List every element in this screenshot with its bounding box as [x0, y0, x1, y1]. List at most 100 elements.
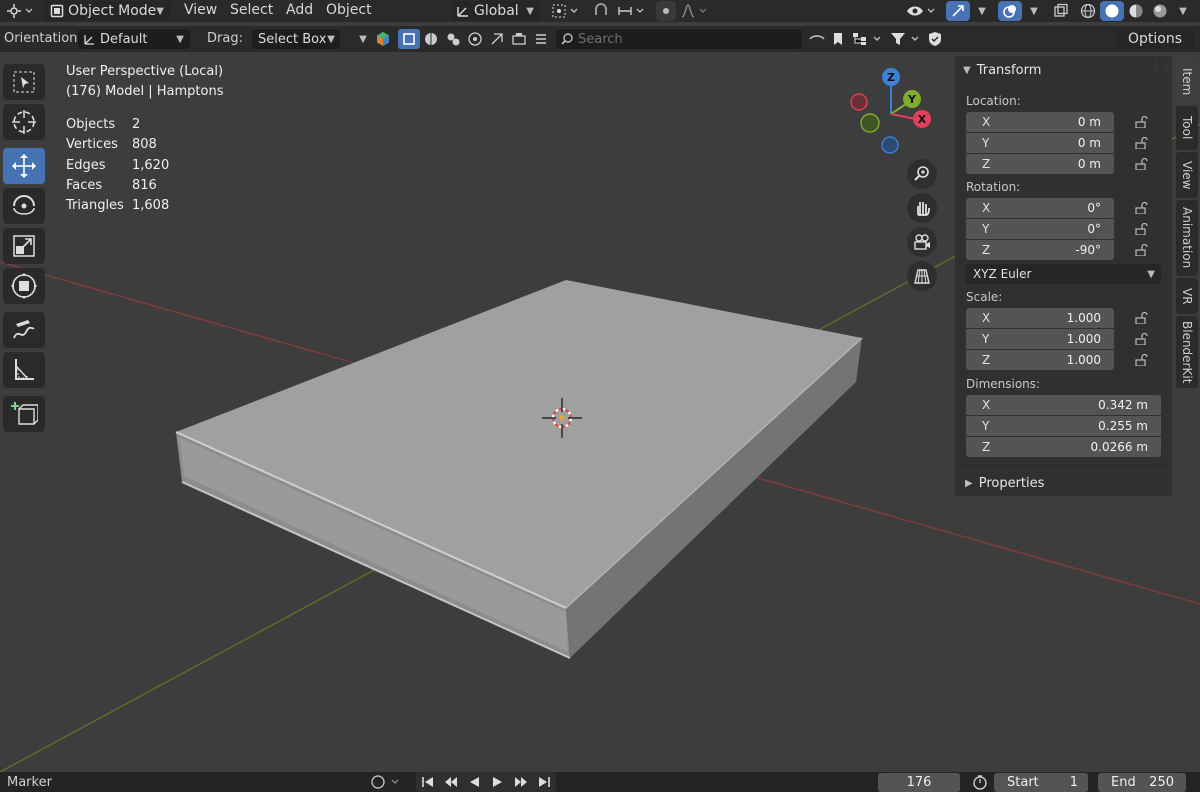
shield-icon[interactable] [924, 29, 946, 49]
tool-add-cube[interactable] [3, 396, 45, 432]
drag-dropdown[interactable]: Select Box ▼ [252, 29, 340, 49]
chevron-down-icon[interactable]: ▼ [352, 29, 374, 49]
tab-animation[interactable]: Animation [1176, 200, 1198, 276]
navigation-gizmo[interactable]: Z Y X [846, 64, 936, 164]
lock-icon[interactable] [1135, 244, 1149, 256]
bookmark-icon[interactable] [828, 29, 848, 49]
tool-move[interactable] [3, 148, 45, 184]
properties-panel-header[interactable]: ▶ Properties [955, 470, 1172, 496]
mode-dropdown[interactable]: Object Mode ▼ [44, 1, 170, 21]
proportional-icon[interactable] [656, 1, 676, 21]
tool-select-box[interactable] [3, 64, 45, 100]
visibility-icon[interactable] [904, 1, 940, 21]
select-camera-icon[interactable] [464, 29, 486, 49]
pivot-icon[interactable] [548, 1, 584, 21]
dimensions-z-field[interactable]: Z 0.0266 m [966, 437, 1161, 457]
lock-icon[interactable] [1135, 333, 1149, 345]
location-z-field[interactable]: Z 0 m [966, 154, 1114, 174]
tab-item[interactable]: Item [1176, 60, 1198, 104]
scale-x-field[interactable]: X 1.000 [966, 308, 1114, 328]
dimensions-x-field[interactable]: X 0.342 m [966, 395, 1161, 415]
hierarchy-icon[interactable] [850, 29, 886, 49]
xray-icon[interactable] [1050, 1, 1072, 21]
tab-vr[interactable]: VR [1176, 278, 1198, 314]
gizmo-icon[interactable] [946, 1, 970, 21]
current-frame-field[interactable]: 176 [878, 773, 960, 792]
rotation-x-field[interactable]: X 0° [966, 198, 1114, 218]
snap-target-icon[interactable] [614, 1, 650, 21]
lock-icon[interactable] [1135, 116, 1149, 128]
overlay-icon[interactable] [998, 1, 1022, 21]
jump-end-icon[interactable] [534, 776, 554, 788]
menu-select[interactable]: Select [230, 2, 273, 18]
tab-tool[interactable]: Tool [1176, 106, 1198, 150]
snap-icon[interactable] [590, 1, 612, 21]
scale-z-field[interactable]: Z 1.000 [966, 350, 1114, 370]
filter-icon[interactable] [888, 29, 924, 49]
shading-wireframe-icon[interactable] [1076, 1, 1100, 21]
shading-material-icon[interactable] [1124, 1, 1148, 21]
select-curve-icon[interactable] [420, 29, 442, 49]
lock-icon[interactable] [1135, 223, 1149, 235]
perspective-grid-icon[interactable] [907, 261, 937, 291]
pan-hand-icon[interactable] [907, 193, 937, 223]
lock-icon[interactable] [1135, 137, 1149, 149]
tab-blenderkit[interactable]: BlenderKit [1176, 316, 1198, 388]
stopwatch-icon[interactable] [968, 772, 992, 792]
tool-transform[interactable] [3, 268, 45, 304]
falloff-icon[interactable] [678, 1, 712, 21]
select-light-icon[interactable] [442, 29, 464, 49]
menu-object[interactable]: Object [326, 2, 372, 18]
scale-y-field[interactable]: Y 1.000 [966, 329, 1114, 349]
object-type-icon[interactable] [374, 29, 392, 49]
tab-view[interactable]: View [1176, 152, 1198, 198]
editor-type-icon[interactable] [4, 1, 38, 21]
rotation-y-field[interactable]: Y 0° [966, 219, 1114, 239]
chevron-down-icon[interactable]: ▼ [1024, 1, 1044, 21]
shading-solid-icon[interactable] [1100, 1, 1124, 21]
zoom-icon[interactable] [907, 159, 937, 189]
select-other-icon[interactable] [508, 29, 530, 49]
tool-measure[interactable] [3, 352, 45, 388]
lock-icon[interactable] [1135, 158, 1149, 170]
shading-rendered-icon[interactable] [1148, 1, 1172, 21]
marker-menu[interactable]: Marker [7, 775, 52, 790]
options-button[interactable]: Options [1116, 29, 1194, 49]
dimensions-y-field[interactable]: Y 0.255 m [966, 416, 1161, 436]
transform-orientation-dropdown[interactable]: Global ▼ [452, 1, 540, 21]
rotation-mode-dropdown[interactable]: XYZ Euler ▼ [966, 264, 1161, 284]
lock-icon[interactable] [1135, 354, 1149, 366]
menu-add[interactable]: Add [286, 2, 313, 18]
location-x-field[interactable]: X 0 m [966, 112, 1114, 132]
orientation-dropdown[interactable]: Default ▼ [78, 29, 190, 49]
prev-keyframe-icon[interactable] [441, 776, 461, 788]
move-icon [10, 152, 38, 180]
tool-cursor[interactable] [3, 104, 45, 140]
location-y-field[interactable]: Y 0 m [966, 133, 1114, 153]
jump-start-icon[interactable] [418, 776, 438, 788]
end-frame-field[interactable]: End 250 [1098, 773, 1186, 792]
tool-annotate[interactable] [3, 312, 45, 348]
search-input[interactable]: Search [556, 29, 802, 49]
select-mesh-icon[interactable] [398, 29, 420, 49]
select-armature-icon[interactable] [530, 29, 552, 49]
tool-scale[interactable] [3, 228, 45, 264]
transform-panel-header[interactable]: ▼ Transform [963, 63, 1041, 78]
chevron-down-icon[interactable]: ▼ [972, 1, 992, 21]
menu-view[interactable]: View [184, 2, 217, 18]
lock-icon[interactable] [1135, 202, 1149, 214]
rotation-z-field[interactable]: Z -90° [966, 240, 1114, 260]
camera-icon[interactable] [907, 227, 937, 257]
filter-visibility-icon[interactable] [806, 29, 828, 49]
tool-rotate[interactable] [3, 188, 45, 224]
select-empty-icon[interactable] [486, 29, 508, 49]
start-frame-field[interactable]: Start 1 [994, 773, 1088, 792]
chevron-down-icon[interactable]: ▼ [1172, 1, 1194, 21]
play-icon[interactable] [488, 776, 508, 788]
drag-value: Select Box [258, 31, 327, 47]
drag-handle-icon[interactable]: ⋮⋮ [1151, 62, 1171, 73]
lock-icon[interactable] [1135, 312, 1149, 324]
next-keyframe-icon[interactable] [511, 776, 531, 788]
auto-keying-icon[interactable] [366, 772, 404, 792]
play-reverse-icon[interactable] [464, 776, 484, 788]
